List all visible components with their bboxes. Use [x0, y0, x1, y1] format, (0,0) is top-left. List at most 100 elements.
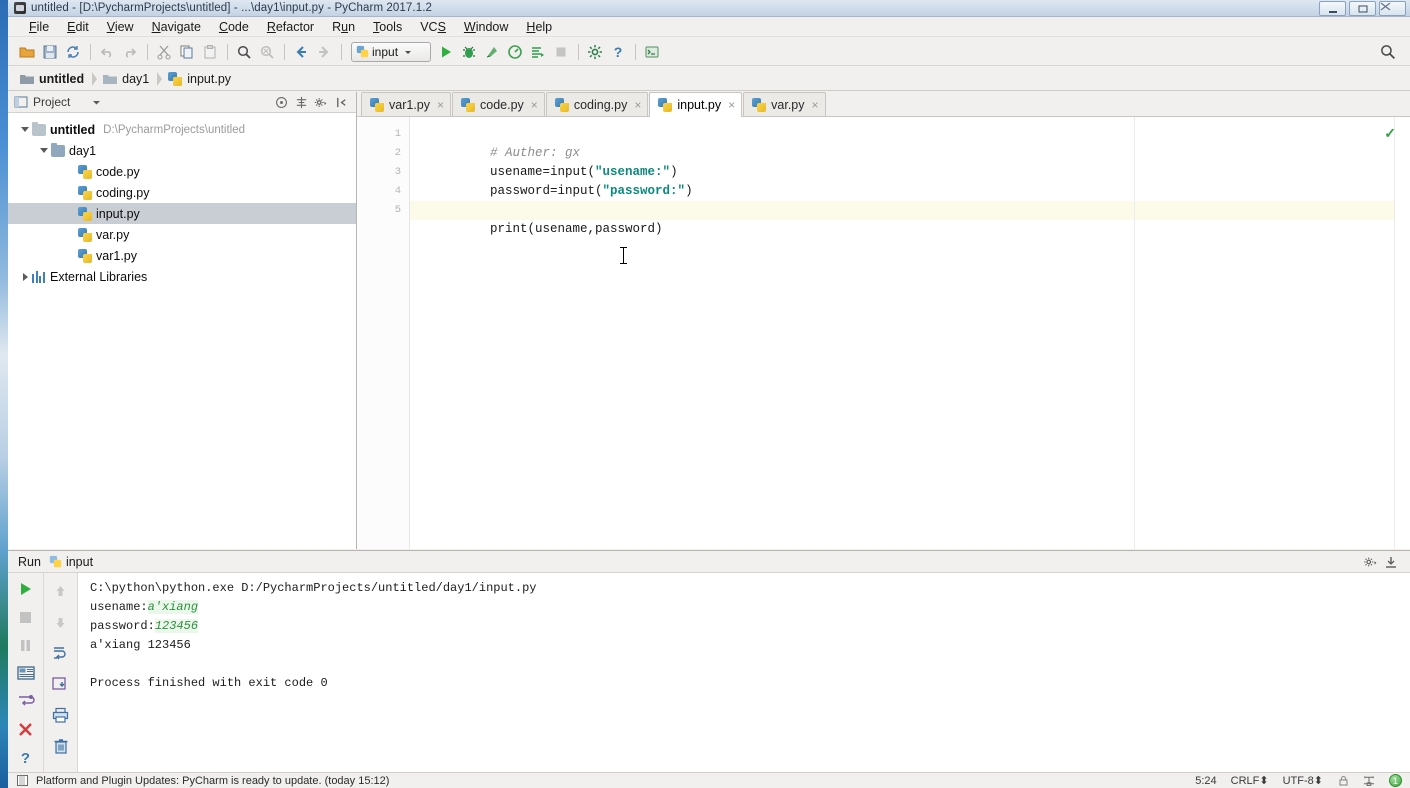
menu-refactor[interactable]: Refactor [258, 18, 323, 36]
menu-vcs[interactable]: VCS [411, 18, 455, 36]
python-console-icon[interactable] [641, 41, 663, 63]
hide-panel-icon[interactable] [1384, 555, 1398, 569]
tree-node-day1[interactable]: day1 [8, 140, 356, 161]
debug-icon[interactable] [458, 41, 480, 63]
menu-tools[interactable]: Tools [364, 18, 411, 36]
trash-icon[interactable] [49, 734, 73, 758]
breadcrumb-separator [92, 71, 98, 86]
lock-icon[interactable] [1337, 775, 1349, 787]
save-all-icon[interactable] [39, 41, 61, 63]
down-arrow-icon[interactable] [49, 610, 73, 634]
help-icon[interactable]: ? [14, 745, 38, 769]
redo-icon[interactable] [119, 41, 141, 63]
rerun-icon[interactable] [14, 577, 38, 601]
profile-icon[interactable] [504, 41, 526, 63]
menu-help[interactable]: Help [517, 18, 561, 36]
menu-code[interactable]: Code [210, 18, 258, 36]
project-tool-window: Project untitled D:\PycharmProjects\unti… [8, 92, 357, 549]
up-arrow-icon[interactable] [49, 579, 73, 603]
replace-icon[interactable] [256, 41, 278, 63]
console-icon[interactable] [14, 661, 38, 685]
tree-node-coding-py[interactable]: coding.py [8, 182, 356, 203]
run-with-console-icon[interactable] [527, 41, 549, 63]
back-icon[interactable] [290, 41, 312, 63]
pycharm-icon [14, 2, 26, 14]
caret-position[interactable]: 5:24 [1195, 775, 1216, 787]
status-message[interactable]: Platform and Plugin Updates: PyCharm is … [36, 775, 389, 787]
minimize-button[interactable] [1319, 1, 1346, 16]
tree-node-var-py[interactable]: var.py [8, 224, 356, 245]
console-line-prompt: password:123456 [90, 617, 1410, 636]
close-icon[interactable] [14, 717, 38, 741]
sync-icon[interactable] [62, 41, 84, 63]
tree-node-var1-py[interactable]: var1.py [8, 245, 356, 266]
tree-node-label: day1 [69, 143, 97, 158]
run-icon[interactable] [435, 41, 457, 63]
coverage-icon[interactable] [481, 41, 503, 63]
hide-icon[interactable] [332, 93, 350, 111]
editor-tab-coding-py[interactable]: coding.py × [545, 92, 649, 116]
expand-arrow-icon[interactable] [18, 123, 32, 137]
collapse-arrow-icon[interactable] [18, 270, 32, 284]
notification-badge[interactable]: 1 [1389, 774, 1402, 787]
stop-icon[interactable] [550, 41, 572, 63]
python-file-icon [78, 164, 92, 179]
menu-file[interactable]: File [20, 18, 58, 36]
close-icon[interactable]: × [728, 98, 735, 112]
breadcrumb-item-file[interactable]: input.py [164, 69, 237, 89]
message-icon[interactable] [16, 775, 28, 787]
settings-gear-icon[interactable] [312, 93, 330, 111]
copy-icon[interactable] [176, 41, 198, 63]
print-icon[interactable] [49, 703, 73, 727]
editor-tab-var1-py[interactable]: var1.py × [361, 92, 452, 116]
close-icon[interactable]: × [812, 98, 819, 112]
expand-arrow-icon[interactable] [37, 144, 51, 158]
scroll-end-icon[interactable] [49, 672, 73, 696]
editor-tab-code-py[interactable]: code.py × [452, 92, 545, 116]
code-text[interactable]: # Auther: gx usename=input("usename:") p… [410, 117, 1410, 549]
close-icon[interactable]: × [531, 98, 538, 112]
tree-node-untitled[interactable]: untitled D:\PycharmProjects\untitled [8, 119, 356, 140]
close-icon[interactable]: × [634, 98, 641, 112]
menu-navigate[interactable]: Navigate [143, 18, 210, 36]
editor-tab-input-py[interactable]: input.py × [649, 92, 743, 117]
tree-node-code-py[interactable]: code.py [8, 161, 356, 182]
menu-run[interactable]: Run [323, 18, 364, 36]
pause-icon[interactable] [14, 633, 38, 657]
search-everywhere-icon[interactable] [1379, 43, 1396, 60]
forward-icon[interactable] [313, 41, 335, 63]
tree-node-external-libraries[interactable]: External Libraries [8, 266, 356, 287]
editor-right-rail[interactable] [1394, 117, 1410, 549]
settings-gear-icon[interactable] [1363, 555, 1378, 569]
stop-icon[interactable] [14, 605, 38, 629]
close-icon[interactable]: × [437, 98, 444, 112]
paste-icon[interactable] [199, 41, 221, 63]
open-folder-icon[interactable] [16, 41, 38, 63]
menu-window[interactable]: Window [455, 18, 517, 36]
breadcrumb-item-project[interactable]: untitled [16, 69, 90, 89]
find-icon[interactable] [233, 41, 255, 63]
collapse-all-icon[interactable] [272, 93, 290, 111]
target-icon[interactable] [292, 93, 310, 111]
settings-icon[interactable] [584, 41, 606, 63]
soft-wrap-icon[interactable] [14, 689, 38, 713]
console-output[interactable]: C:\python\python.exe D:/PycharmProjects/… [78, 573, 1410, 773]
line-separator[interactable]: CRLF⬍ [1231, 774, 1269, 787]
breadcrumb-item-folder[interactable]: day1 [99, 69, 155, 89]
editor-tab-var-py[interactable]: var.py × [743, 92, 826, 116]
soft-wrap-icon[interactable] [49, 641, 73, 665]
no-errors-check-icon[interactable]: ✓ [1384, 125, 1396, 142]
encoding[interactable]: UTF-8⬍ [1283, 774, 1323, 787]
menu-edit[interactable]: Edit [58, 18, 98, 36]
close-button[interactable] [1379, 1, 1406, 16]
cut-icon[interactable] [153, 41, 175, 63]
tree-node-input-py[interactable]: input.py [8, 203, 356, 224]
run-configuration-selector[interactable]: input [351, 41, 431, 62]
code-editor[interactable]: 1 2 3 4 5 # Auther: gx usename=input("us… [357, 117, 1410, 549]
help-icon[interactable]: ? [607, 41, 629, 63]
undo-icon[interactable] [96, 41, 118, 63]
maximize-button[interactable] [1349, 1, 1376, 16]
vcs-icon[interactable] [1363, 775, 1375, 787]
menu-view[interactable]: View [98, 18, 143, 36]
chevron-down-icon[interactable] [92, 98, 101, 107]
